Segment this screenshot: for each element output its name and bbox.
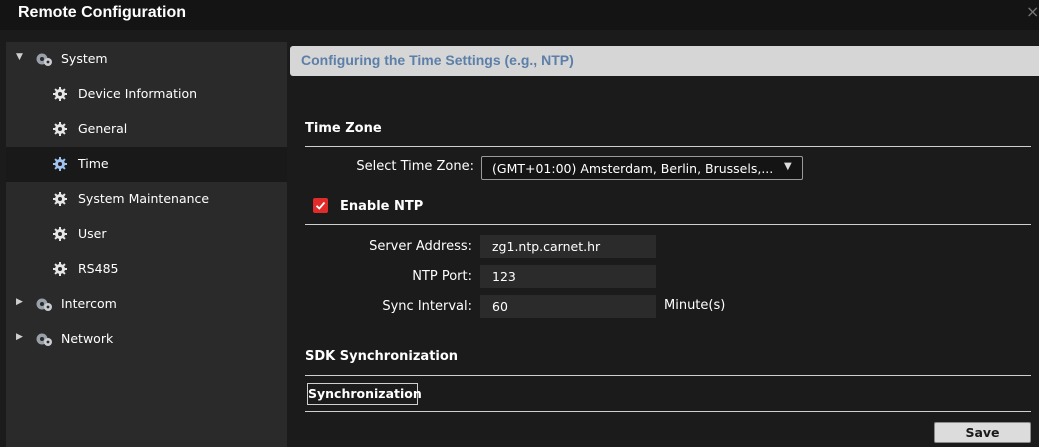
sync-interval-input[interactable]: 60 <box>480 295 656 318</box>
collapsed-arrow-icon[interactable]: ▶ <box>16 297 23 307</box>
sidebar-item-label: User <box>78 226 107 241</box>
ntp-port-input[interactable]: 123 <box>480 265 656 288</box>
sync-interval-value: 60 <box>492 299 508 314</box>
server-address-label: Server Address: <box>369 239 472 254</box>
chevron-down-icon: ▼ <box>784 161 792 172</box>
page-header: Configuring the Time Settings (e.g., NTP… <box>290 46 1039 76</box>
sidebar-item-system-maintenance[interactable]: System Maintenance <box>6 182 287 217</box>
sidebar-item-label: Network <box>61 331 114 346</box>
sidebar-item-system[interactable]: ▼ System <box>6 42 287 77</box>
server-address-input[interactable]: zg1.ntp.carnet.hr <box>480 235 656 258</box>
sync-interval-unit: Minute(s) <box>664 298 726 313</box>
gear-icon <box>53 157 67 171</box>
gears-icon <box>36 53 52 66</box>
sdk-section-title: SDK Synchronization <box>305 349 459 364</box>
title-bar: Remote Configuration × <box>0 0 1039 30</box>
collapsed-arrow-icon[interactable]: ▶ <box>16 332 23 342</box>
sidebar-item-label: Intercom <box>61 296 117 311</box>
sidebar-tree: ▼ System Device Information General Time <box>6 42 287 447</box>
sidebar-item-label: General <box>78 121 128 136</box>
sidebar-item-device-information[interactable]: Device Information <box>6 77 287 112</box>
time-zone-select[interactable]: (GMT+01:00) Amsterdam, Berlin, Brussels,… <box>481 156 803 180</box>
sidebar-item-rs485[interactable]: RS485 <box>6 252 287 287</box>
sidebar-item-intercom[interactable]: ▶ Intercom <box>6 287 287 322</box>
sidebar-item-label: System <box>61 51 108 66</box>
gears-icon <box>36 333 52 346</box>
checkmark-icon <box>315 201 326 210</box>
sidebar-item-label: System Maintenance <box>78 191 210 206</box>
sidebar-item-time[interactable]: Time <box>6 147 287 182</box>
sidebar-item-label: Time <box>78 156 109 171</box>
section-divider <box>305 146 1031 147</box>
time-zone-value: (GMT+01:00) Amsterdam, Berlin, Brussels,… <box>492 161 774 176</box>
sidebar-item-label: Device Information <box>78 86 198 101</box>
enable-ntp-label: Enable NTP <box>340 199 424 214</box>
gear-icon <box>53 87 67 101</box>
sidebar-item-network[interactable]: ▶ Network <box>6 322 287 357</box>
sidebar-item-label: RS485 <box>78 261 119 276</box>
synchronization-button[interactable]: Synchronization <box>307 383 422 405</box>
gear-icon <box>53 227 67 241</box>
time-zone-section-title: Time Zone <box>305 121 382 136</box>
section-divider <box>305 224 1031 225</box>
sidebar-item-user[interactable]: User <box>6 217 287 252</box>
sidebar-item-general[interactable]: General <box>6 112 287 147</box>
ntp-port-label: NTP Port: <box>412 269 472 284</box>
save-button[interactable]: Save <box>934 422 1031 443</box>
gears-icon <box>36 298 52 311</box>
expand-arrow-icon[interactable]: ▼ <box>16 52 23 62</box>
section-divider <box>305 411 1031 412</box>
page-title: Configuring the Time Settings (e.g., NTP… <box>301 52 574 68</box>
time-zone-label: Select Time Zone: <box>356 159 474 174</box>
content-panel: Configuring the Time Settings (e.g., NTP… <box>288 42 1039 447</box>
server-address-value: zg1.ntp.carnet.hr <box>492 239 601 254</box>
close-icon[interactable]: × <box>1026 2 1039 21</box>
ntp-port-value: 123 <box>492 269 516 284</box>
gear-icon <box>53 122 67 136</box>
section-divider <box>305 375 1031 376</box>
enable-ntp-checkbox[interactable] <box>313 198 328 213</box>
gear-icon <box>53 262 67 276</box>
sync-interval-label: Sync Interval: <box>382 299 472 314</box>
gear-icon <box>53 192 67 206</box>
window-title: Remote Configuration <box>18 4 186 21</box>
